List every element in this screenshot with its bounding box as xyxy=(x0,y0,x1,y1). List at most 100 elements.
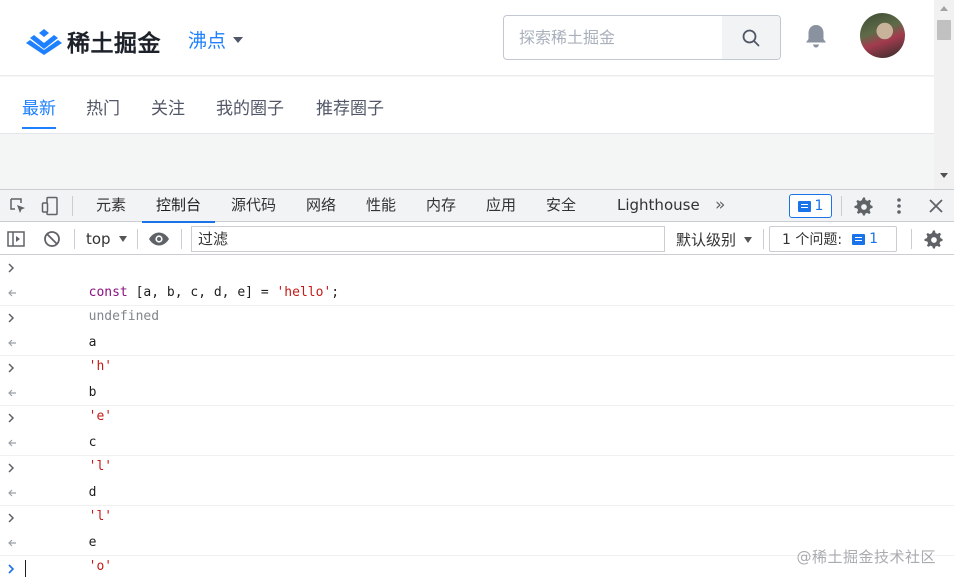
toolbar-divider xyxy=(763,229,764,249)
console-input-line: e xyxy=(0,506,954,550)
tab-network[interactable]: 网络 xyxy=(306,190,336,222)
input-chevron-icon xyxy=(8,413,15,423)
console-toolbar: top 默认级别 1 个问题: 1 xyxy=(0,223,954,255)
tab-lighthouse[interactable]: Lighthouse xyxy=(617,190,700,222)
tab-memory[interactable]: 内存 xyxy=(426,190,456,222)
web-page: 稀土掘金 沸点 最新 热门 关注 我的圈子 推荐圈子 xyxy=(0,0,934,189)
filter-input-box xyxy=(191,226,665,252)
search-button[interactable] xyxy=(722,16,780,59)
console-entry: d 'l' xyxy=(0,456,954,524)
search-icon xyxy=(742,29,760,46)
scroll-down-arrow-icon[interactable] xyxy=(940,173,948,178)
input-chevron-icon xyxy=(8,463,15,473)
context-selector-value: top xyxy=(86,230,111,248)
toolbar-divider xyxy=(72,196,73,216)
caret-down-icon xyxy=(233,36,244,43)
console-entry: a 'h' xyxy=(0,306,954,374)
result-arrow-icon xyxy=(8,439,16,446)
page-scrollbar[interactable] xyxy=(934,0,954,189)
console-result-line: 'l' xyxy=(0,431,954,474)
filter-input[interactable] xyxy=(192,227,664,251)
toolbar-divider xyxy=(74,229,75,249)
toolbar-divider xyxy=(181,229,182,249)
devtools-tab-bar: 元素 控制台 源代码 网络 性能 内存 应用 安全 Lighthouse » 1 xyxy=(0,190,954,223)
tab-sources[interactable]: 源代码 xyxy=(231,190,276,222)
search-box xyxy=(503,15,781,60)
result-arrow-icon xyxy=(8,389,16,396)
issues-badge-count: 1 xyxy=(814,198,824,214)
console-input-line: b xyxy=(0,356,954,400)
context-selector[interactable]: top xyxy=(86,229,127,249)
result-arrow-icon xyxy=(8,339,16,346)
issue-flag-icon xyxy=(797,200,811,212)
console-entry: c 'l' xyxy=(0,406,954,474)
log-levels-label: 默认级别 xyxy=(676,231,737,249)
tab-hot[interactable]: 热门 xyxy=(86,94,120,119)
input-chevron-icon xyxy=(8,363,15,373)
tab-performance[interactable]: 性能 xyxy=(366,190,396,222)
live-expression-eye-icon[interactable] xyxy=(148,229,170,249)
tab-my-circles[interactable]: 我的圈子 xyxy=(216,94,284,119)
result-arrow-icon xyxy=(8,289,16,296)
issues-counter-button[interactable]: 1 个问题: 1 xyxy=(769,226,897,252)
caret-down-icon xyxy=(118,236,127,242)
user-avatar[interactable] xyxy=(860,13,905,58)
scroll-up-arrow-icon[interactable] xyxy=(940,6,948,11)
console-settings-gear-icon[interactable] xyxy=(923,229,943,249)
result-arrow-icon xyxy=(8,539,16,546)
tab-security[interactable]: 安全 xyxy=(546,190,576,222)
watermark: @稀土掘金技术社区 xyxy=(796,548,936,566)
console-result-line: 'h' xyxy=(0,331,954,374)
tab-application[interactable]: 应用 xyxy=(486,190,516,222)
result-arrow-icon xyxy=(8,489,16,496)
console-input-line: d xyxy=(0,456,954,500)
prompt-chevron-icon xyxy=(8,564,15,574)
clear-console-icon[interactable] xyxy=(42,229,62,249)
console-input-line: const [a, b, c, d, e] = 'hello'; xyxy=(0,256,954,300)
tab-latest[interactable]: 最新 xyxy=(22,94,56,129)
issues-count: 1 xyxy=(852,231,878,247)
caret-down-icon xyxy=(744,236,753,243)
console-input-line: a xyxy=(0,306,954,350)
more-options-icon[interactable] xyxy=(889,196,909,216)
tab-elements[interactable]: 元素 xyxy=(96,190,126,222)
log-levels-dropdown[interactable]: 默认级别 xyxy=(676,229,753,250)
issues-label: 1 个问题: xyxy=(782,232,843,248)
devtools-panel: 元素 控制台 源代码 网络 性能 内存 应用 安全 Lighthouse » 1 xyxy=(0,189,954,584)
toolbar-divider xyxy=(841,196,842,216)
tab-recommended-circles[interactable]: 推荐圈子 xyxy=(316,94,384,119)
console-result-line: 'l' xyxy=(0,481,954,524)
issues-badge[interactable]: 1 xyxy=(789,194,832,218)
issues-count-value: 1 xyxy=(869,231,878,247)
show-sidebar-icon[interactable] xyxy=(6,229,26,249)
text-cursor xyxy=(25,560,26,577)
console-result-line: undefined xyxy=(0,281,954,324)
site-logo[interactable]: 稀土掘金 xyxy=(26,24,161,58)
console-output[interactable]: const [a, b, c, d, e] = 'hello'; undefin… xyxy=(0,256,954,584)
input-chevron-icon xyxy=(8,513,15,523)
notification-bell-icon[interactable] xyxy=(802,22,830,50)
search-input[interactable] xyxy=(504,16,722,59)
nav-menu-label: 沸点 xyxy=(188,30,227,52)
logo-text: 稀土掘金 xyxy=(67,31,161,57)
console-entry: b 'e' xyxy=(0,356,954,424)
input-chevron-icon xyxy=(8,313,15,323)
issue-flag-icon xyxy=(852,233,866,245)
input-chevron-icon xyxy=(8,263,15,273)
nav-dropdown-menu[interactable]: 沸点 xyxy=(188,26,244,53)
tab-console[interactable]: 控制台 xyxy=(141,190,216,223)
console-input-line: c xyxy=(0,406,954,450)
toolbar-divider xyxy=(911,229,912,249)
console-entry: const [a, b, c, d, e] = 'hello'; undefin… xyxy=(0,256,954,324)
settings-gear-icon[interactable] xyxy=(853,196,873,216)
device-toolbar-icon[interactable] xyxy=(40,196,60,216)
site-header: 稀土掘金 沸点 xyxy=(0,0,934,76)
inspect-element-icon[interactable] xyxy=(8,196,28,216)
juejin-logo-icon xyxy=(26,29,62,55)
console-result-line: 'e' xyxy=(0,381,954,424)
more-tabs-icon[interactable]: » xyxy=(715,190,725,222)
tab-following[interactable]: 关注 xyxy=(151,94,185,119)
scrollbar-thumb[interactable] xyxy=(937,20,951,40)
feed-tabs: 最新 热门 关注 我的圈子 推荐圈子 xyxy=(0,77,934,134)
close-devtools-icon[interactable] xyxy=(926,196,946,216)
